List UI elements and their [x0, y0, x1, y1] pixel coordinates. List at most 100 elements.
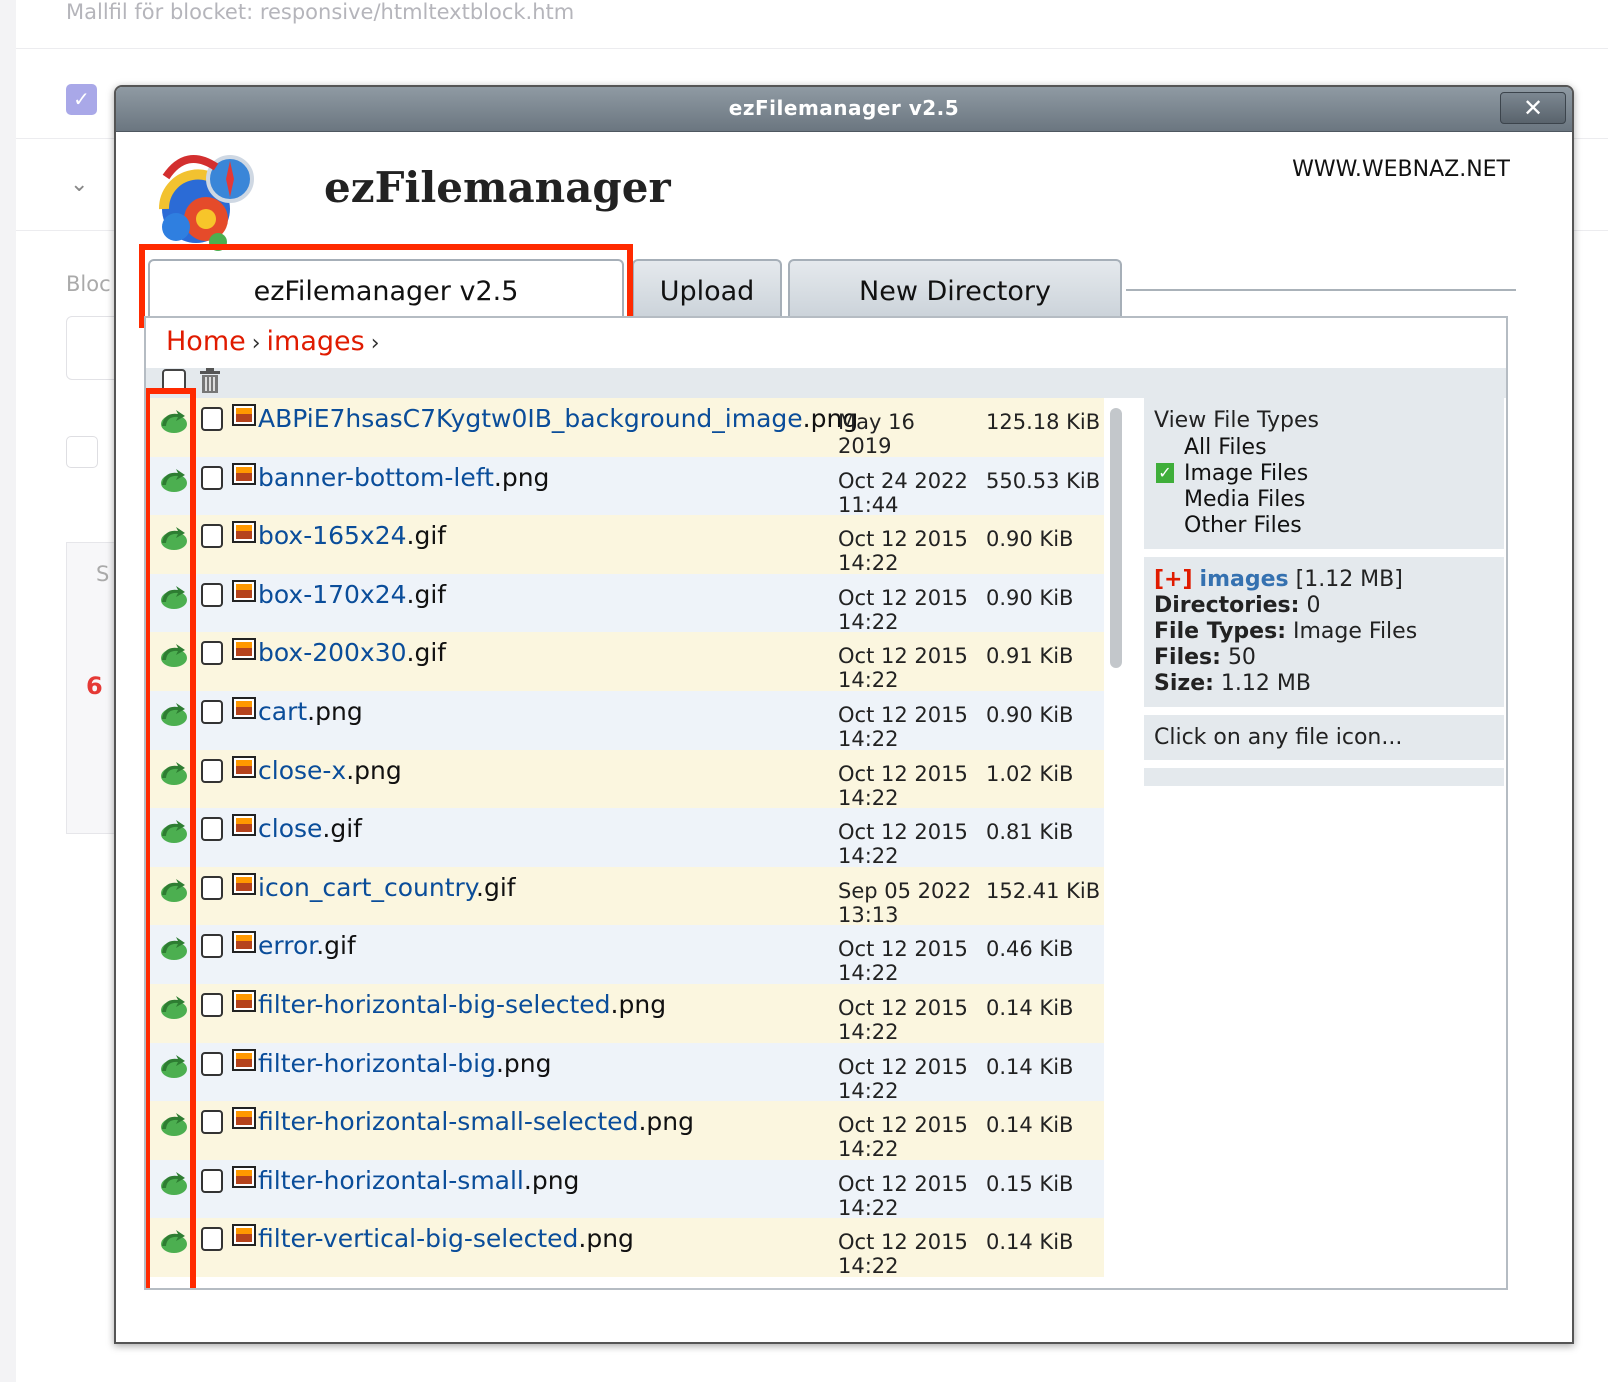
select-file-arrow-icon[interactable]: [158, 642, 188, 668]
file-name-link[interactable]: banner-bottom-left.png: [258, 463, 549, 492]
select-file-arrow-icon[interactable]: [158, 935, 188, 961]
file-checkbox[interactable]: [201, 407, 223, 431]
file-name-link[interactable]: filter-horizontal-big-selected.png: [258, 990, 666, 1019]
file-name-link[interactable]: filter-horizontal-small-selected.png: [258, 1107, 694, 1136]
select-file-arrow-icon[interactable]: [158, 467, 188, 493]
image-file-icon[interactable]: [232, 872, 256, 895]
background-checkbox-2[interactable]: [66, 436, 98, 468]
select-file-arrow-icon[interactable]: [158, 818, 188, 844]
file-checkbox[interactable]: [201, 582, 223, 607]
file-name-link[interactable]: filter-vertical-big-selected.png: [258, 1224, 634, 1253]
filetype-label: Other Files: [1184, 513, 1302, 538]
select-file-arrow-icon[interactable]: [158, 1053, 188, 1079]
app-header: ezFilemanager WWW.WEBNAZ.NET: [146, 147, 1514, 251]
tab-filemanager[interactable]: ezFilemanager v2.5: [148, 259, 624, 323]
file-name-link[interactable]: close-x.png: [258, 756, 402, 785]
image-file-icon[interactable]: [232, 1048, 256, 1071]
select-file-arrow-icon[interactable]: [158, 760, 188, 786]
directory-info-panel: [+] images [1.12 MB] Directories: 0 File…: [1144, 557, 1504, 707]
filetype-other[interactable]: Other Files: [1154, 513, 1494, 539]
select-file-arrow-icon[interactable]: [158, 1228, 188, 1254]
breadcrumb-images[interactable]: images: [267, 326, 365, 357]
select-all-checkbox[interactable]: [162, 369, 186, 393]
file-name-link[interactable]: box-170x24.gif: [258, 580, 446, 609]
file-size: 0.14 KiB: [986, 1113, 1074, 1138]
image-file-icon[interactable]: [232, 1107, 256, 1130]
site-link[interactable]: WWW.WEBNAZ.NET: [1292, 157, 1510, 182]
file-name-link[interactable]: box-165x24.gif: [258, 521, 446, 550]
select-file-arrow-icon[interactable]: [158, 1111, 188, 1137]
filetype-image[interactable]: ✓ Image Files: [1154, 461, 1494, 487]
file-types-value: Image Files: [1293, 619, 1418, 644]
file-size: 0.90 KiB: [986, 703, 1074, 727]
image-file-icon[interactable]: [232, 404, 256, 426]
image-file-icon[interactable]: [232, 814, 256, 837]
image-file-icon[interactable]: [232, 931, 256, 954]
background-checkbox[interactable]: ✓: [66, 84, 97, 115]
image-file-icon[interactable]: [232, 462, 256, 485]
block-label: Bloc: [66, 272, 111, 296]
close-button[interactable]: ✕: [1500, 92, 1566, 124]
select-file-arrow-icon[interactable]: [158, 701, 188, 727]
directory-name[interactable]: images: [1200, 567, 1289, 592]
image-file-icon[interactable]: [232, 755, 256, 778]
file-checkbox[interactable]: [201, 993, 223, 1017]
breadcrumb-home[interactable]: Home: [166, 326, 246, 357]
file-checkbox[interactable]: [201, 1227, 223, 1252]
size-label: Size:: [1154, 671, 1214, 696]
file-size: 0.14 KiB: [986, 1054, 1074, 1079]
file-checkbox[interactable]: [201, 700, 223, 724]
image-file-icon[interactable]: [232, 521, 256, 544]
tab-new-directory[interactable]: New Directory: [788, 259, 1122, 323]
image-file-icon[interactable]: [232, 1165, 256, 1188]
select-file-arrow-icon[interactable]: [158, 1170, 188, 1196]
file-name-link[interactable]: cart.png: [258, 697, 363, 726]
file-name-link[interactable]: filter-horizontal-big.png: [258, 1049, 552, 1078]
file-name-base: box-165x24: [258, 521, 407, 551]
file-checkbox[interactable]: [201, 1051, 223, 1076]
file-checkbox[interactable]: [201, 934, 223, 959]
expand-toggle[interactable]: [+]: [1154, 567, 1193, 592]
file-checkbox[interactable]: [201, 817, 223, 842]
image-file-icon[interactable]: [232, 990, 256, 1012]
file-checkbox[interactable]: [201, 758, 223, 783]
tab-upload[interactable]: Upload: [632, 259, 782, 323]
filetype-all[interactable]: All Files: [1154, 435, 1494, 461]
file-checkbox[interactable]: [201, 524, 223, 549]
select-file-arrow-icon[interactable]: [158, 994, 188, 1020]
file-row: ABPiE7hsasC7Kygtw0IB_background_image.pn…: [146, 398, 1104, 482]
file-name-link[interactable]: error.gif: [258, 931, 356, 960]
file-name-base: box-170x24: [258, 579, 407, 609]
file-name-link[interactable]: ABPiE7hsasC7Kygtw0IB_background_image.pn…: [258, 404, 858, 433]
image-file-icon[interactable]: [232, 638, 256, 661]
filetype-media[interactable]: Media Files: [1154, 487, 1494, 513]
file-date-day: Sep 05 2022: [838, 878, 972, 903]
file-date-time: 14:22: [838, 1020, 899, 1044]
select-file-arrow-icon[interactable]: [158, 584, 188, 610]
file-checkbox[interactable]: [201, 641, 223, 666]
image-file-icon[interactable]: [232, 1224, 256, 1247]
template-caption: Mallfil för blocket: responsive/htmltext…: [66, 0, 575, 24]
file-date: Oct 12 2015 14:22: [838, 644, 974, 692]
file-checkbox[interactable]: [201, 465, 223, 490]
image-file-icon[interactable]: [232, 579, 256, 602]
file-row: box-165x24.gif Oct 12 2015 14:22 0.90 KiB: [146, 515, 1104, 575]
file-row: box-200x30.gif Oct 12 2015 14:22 0.91 KiB: [146, 632, 1104, 692]
file-checkbox[interactable]: [201, 1110, 223, 1135]
file-name-link[interactable]: filter-horizontal-small.png: [258, 1166, 579, 1195]
trash-icon[interactable]: [198, 368, 222, 394]
file-list-scrollbar[interactable]: [1110, 408, 1122, 668]
file-name-link[interactable]: box-200x30.gif: [258, 638, 446, 667]
image-file-icon[interactable]: [232, 697, 256, 719]
select-file-arrow-icon[interactable]: [158, 408, 188, 434]
file-name-link[interactable]: icon_cart_country.gif: [258, 873, 516, 902]
file-size: 0.91 KiB: [986, 644, 1074, 669]
window-titlebar[interactable]: ezFilemanager v2.5 ✕: [116, 87, 1572, 132]
file-checkbox[interactable]: [201, 1168, 223, 1193]
chevron-down-icon[interactable]: ⌄: [70, 172, 88, 197]
list-toolbar: [146, 368, 1506, 398]
select-file-arrow-icon[interactable]: [158, 877, 188, 903]
file-name-link[interactable]: close.gif: [258, 814, 362, 843]
file-checkbox[interactable]: [201, 875, 223, 900]
select-file-arrow-icon[interactable]: [158, 525, 188, 551]
